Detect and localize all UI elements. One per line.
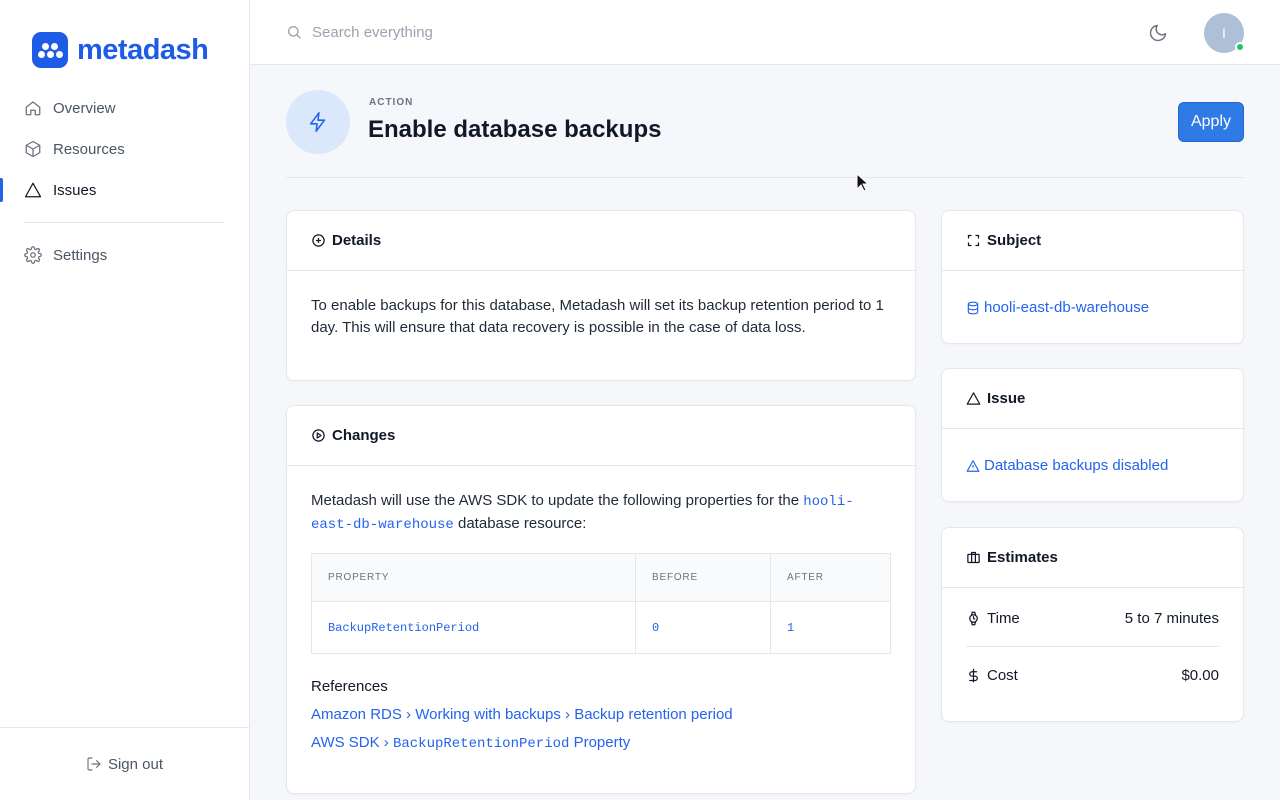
sign-out-button[interactable]: Sign out	[86, 756, 163, 773]
subject-body: hooli-east-db-warehouse	[942, 271, 1243, 343]
sidebar-item-settings[interactable]: Settings	[0, 235, 249, 275]
cube-icon	[25, 140, 41, 158]
sidebar-nav: Overview Resources Issues Settings	[0, 88, 249, 276]
sign-out-label: Sign out	[107, 755, 164, 773]
changes-card: Changes Metadash will use the AWS SDK to…	[286, 405, 916, 794]
gear-icon	[24, 246, 42, 264]
avatar[interactable]: I	[1204, 13, 1245, 53]
play-circle-icon	[312, 429, 325, 442]
plus-circle-icon	[312, 234, 325, 247]
reference-link-rds[interactable]: Amazon RDS › Working with backups › Back…	[311, 704, 891, 726]
page-title: Enable database backups	[368, 116, 662, 143]
avatar-initial: I	[1222, 25, 1226, 41]
table-row: BackupRetentionPeriod 0 1	[311, 601, 891, 654]
issue-link[interactable]: Database backups disabled	[966, 455, 1219, 477]
dollar-icon	[969, 668, 978, 682]
sidebar-item-label: Issues	[53, 181, 97, 199]
logo-mark-icon	[32, 32, 68, 68]
logo[interactable]: metadash	[32, 32, 209, 68]
sidebar-item-overview[interactable]: Overview	[0, 88, 249, 128]
changes-title: Changes	[332, 427, 396, 444]
briefcase-icon	[967, 551, 980, 564]
database-icon	[967, 301, 979, 315]
sign-out-icon	[87, 757, 101, 771]
topbar: I	[250, 0, 1280, 65]
properties-table: PROPERTY BEFORE AFTER BackupRetentionPer…	[311, 553, 891, 654]
details-title: Details	[332, 232, 382, 249]
subject-title: Subject	[987, 232, 1042, 249]
sidebar-item-resources[interactable]: Resources	[0, 129, 249, 169]
search-input[interactable]	[312, 18, 712, 46]
estimate-cost-value: $0.00	[1181, 666, 1219, 684]
estimate-time-value: 5 to 7 minutes	[1124, 609, 1219, 627]
estimate-time-label: Time	[987, 609, 1020, 627]
changes-intro: Metadash will use the AWS SDK to update …	[311, 492, 854, 533]
triangle-icon	[966, 392, 981, 405]
estimate-cost-row: Cost $0.00	[966, 647, 1219, 703]
logo-text: metadash	[77, 33, 209, 66]
home-icon	[25, 101, 41, 116]
changes-body: Metadash will use the AWS SDK to update …	[287, 466, 915, 779]
subject-card-header: Subject	[942, 211, 1243, 271]
watch-icon	[969, 611, 978, 625]
estimates-body: Time 5 to 7 minutes Cost $0.00	[942, 588, 1243, 703]
before-cell: 0	[635, 601, 771, 654]
online-status-dot	[1235, 42, 1245, 52]
lightning-icon	[309, 112, 326, 132]
estimate-cost-label: Cost	[987, 666, 1018, 684]
issue-card-header: Issue	[942, 369, 1243, 429]
sidebar-item-label: Resources	[53, 140, 125, 158]
references-title: References	[311, 678, 388, 695]
header-divider	[286, 177, 1244, 178]
reference-link-sdk[interactable]: AWS SDK › BackupRetentionPeriod Property	[311, 732, 891, 755]
apply-button[interactable]: Apply	[1178, 102, 1244, 142]
mouse-cursor-icon	[856, 173, 868, 192]
subject-resource-link[interactable]: hooli-east-db-warehouse	[966, 297, 1219, 319]
signout-area: Sign out	[0, 727, 249, 800]
column-header-after: AFTER	[770, 553, 891, 602]
after-cell: 1	[770, 601, 891, 654]
page-eyebrow: ACTION	[369, 97, 414, 108]
column-header-before: BEFORE	[635, 553, 771, 602]
subject-card: Subject hooli-east-db-warehouse	[941, 210, 1244, 344]
estimates-card-header: Estimates	[942, 528, 1243, 588]
changes-card-header: Changes	[287, 406, 915, 466]
estimates-title: Estimates	[987, 549, 1058, 566]
focus-frame-icon	[967, 234, 980, 247]
moon-icon[interactable]	[1148, 23, 1168, 43]
details-card: Details To enable backups for this datab…	[286, 210, 916, 381]
sidebar-item-label: Settings	[53, 246, 108, 264]
warning-icon	[966, 460, 980, 472]
details-card-header: Details	[287, 211, 915, 271]
action-badge	[286, 90, 350, 154]
issue-body: Database backups disabled	[942, 429, 1243, 501]
sidebar-item-issues[interactable]: Issues	[0, 170, 249, 210]
triangle-icon	[24, 182, 42, 198]
search-icon	[288, 26, 301, 39]
sidebar-item-label: Overview	[53, 99, 116, 117]
property-cell: BackupRetentionPeriod	[311, 601, 636, 654]
issue-card: Issue Database backups disabled	[941, 368, 1244, 502]
issue-title: Issue	[987, 390, 1026, 407]
estimates-card: Estimates Time 5 to 7 minutes Cost $0.00	[941, 527, 1244, 722]
sidebar: metadash Overview Resources Issues Setti…	[0, 0, 250, 800]
column-header-property: PROPERTY	[311, 553, 636, 602]
details-body: To enable backups for this database, Met…	[311, 297, 884, 336]
nav-divider	[24, 222, 225, 223]
estimate-time-row: Time 5 to 7 minutes	[966, 590, 1219, 646]
